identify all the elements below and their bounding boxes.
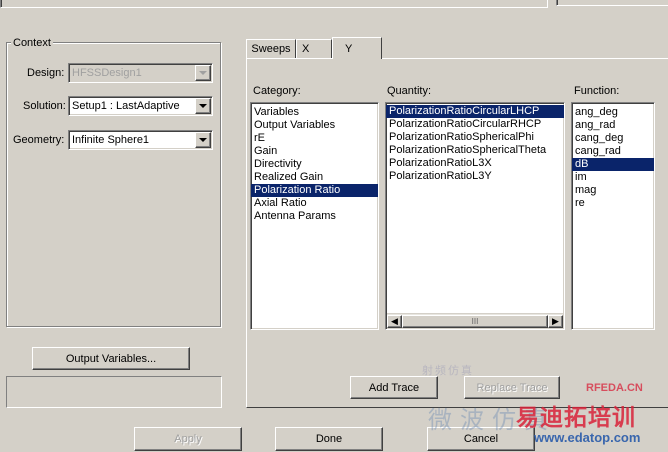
context-group-title: Context	[11, 37, 53, 49]
quantity-list-item[interactable]: PolarizationRatioCircularLHCP	[386, 105, 564, 118]
quantity-hscrollbar[interactable]: ◀ III ▶	[387, 313, 563, 328]
category-label: Category:	[253, 85, 301, 97]
quantity-list-item[interactable]: PolarizationRatioSphericalPhi	[386, 131, 564, 144]
tab-strip: Sweeps X Y	[246, 37, 386, 59]
function-list-item[interactable]: ang_deg	[572, 106, 654, 119]
solution-value: Setup1 : LastAdaptive	[72, 100, 180, 112]
quantity-list-item[interactable]: PolarizationRatioL3X	[386, 157, 564, 170]
output-variables-box	[6, 376, 222, 408]
category-list-item[interactable]: Realized Gain	[251, 171, 378, 184]
function-list-item[interactable]: mag	[572, 184, 654, 197]
add-trace-button[interactable]: Add Trace	[350, 376, 438, 399]
category-list-item[interactable]: Polarization Ratio	[251, 184, 378, 197]
cancel-button[interactable]: Cancel	[427, 427, 535, 451]
category-list-item[interactable]: Directivity	[251, 158, 378, 171]
context-group	[6, 42, 221, 327]
quantity-list-item[interactable]: PolarizationRatioSphericalTheta	[386, 144, 564, 157]
geometry-label: Geometry:	[13, 134, 65, 146]
tab-x[interactable]: X	[296, 39, 332, 58]
function-label: Function:	[574, 85, 620, 97]
function-list-item[interactable]: dB	[572, 158, 654, 171]
tab-x-label: X	[302, 43, 310, 55]
function-list-item[interactable]: cang_deg	[572, 132, 654, 145]
geometry-combo[interactable]: Infinite Sphere1	[68, 130, 213, 150]
category-list-item[interactable]: Axial Ratio	[251, 197, 378, 210]
tab-y[interactable]: Y	[332, 37, 382, 59]
top-field-remnant	[0, 0, 548, 8]
category-list-item[interactable]: Gain	[251, 145, 378, 158]
watermark-url: www.edatop.com	[534, 430, 641, 445]
category-list-item[interactable]: rE	[251, 132, 378, 145]
function-list-item[interactable]: ang_rad	[572, 119, 654, 132]
function-list-item[interactable]: im	[572, 171, 654, 184]
quantity-list-item[interactable]: PolarizationRatioCircularRHCP	[386, 118, 564, 131]
design-combo[interactable]: HFSSDesign1	[68, 63, 213, 83]
solution-label: Solution:	[23, 100, 66, 112]
category-list-item[interactable]: Variables	[251, 106, 378, 119]
tab-y-label: Y	[345, 42, 353, 55]
top-field-remnant-right	[556, 0, 668, 6]
geometry-value: Infinite Sphere1	[72, 134, 150, 146]
category-list-item[interactable]: Output Variables	[251, 119, 378, 132]
category-list[interactable]: Variables Output Variables rE Gain Directivi…	[250, 102, 379, 330]
function-list-item[interactable]: re	[572, 197, 654, 210]
scrollbar-thumb-grip: III	[471, 317, 479, 326]
chevron-down-icon[interactable]	[195, 132, 211, 148]
quantity-label: Quantity:	[387, 85, 432, 97]
quantity-list[interactable]: PolarizationRatioCircularLHCP Polarizatio…	[385, 102, 565, 330]
function-list[interactable]: ang_deg ang_rad cang_deg cang_rad dB im mag re	[571, 102, 655, 330]
scrollbar-thumb[interactable]: III	[402, 315, 548, 328]
function-list-item[interactable]: cang_rad	[572, 145, 654, 158]
quantity-list-item[interactable]: PolarizationRatioL3Y	[386, 170, 564, 183]
done-button[interactable]: Done	[275, 427, 383, 451]
category-list-item[interactable]: Antenna Params	[251, 210, 378, 223]
apply-button[interactable]: Apply	[134, 427, 242, 451]
tab-sweeps-label: Sweeps	[251, 43, 291, 55]
chevron-down-icon[interactable]	[195, 98, 211, 114]
solution-combo[interactable]: Setup1 : LastAdaptive	[68, 96, 213, 116]
replace-trace-button[interactable]: Replace Trace	[464, 376, 560, 399]
design-value: HFSSDesign1	[72, 67, 142, 79]
design-label: Design:	[27, 67, 65, 79]
scroll-left-icon[interactable]: ◀	[387, 315, 402, 328]
output-variables-button[interactable]: Output Variables...	[32, 347, 190, 370]
tab-sweeps[interactable]: Sweeps	[246, 39, 296, 58]
scroll-right-icon[interactable]: ▶	[548, 315, 563, 328]
chevron-down-icon[interactable]	[195, 65, 211, 81]
